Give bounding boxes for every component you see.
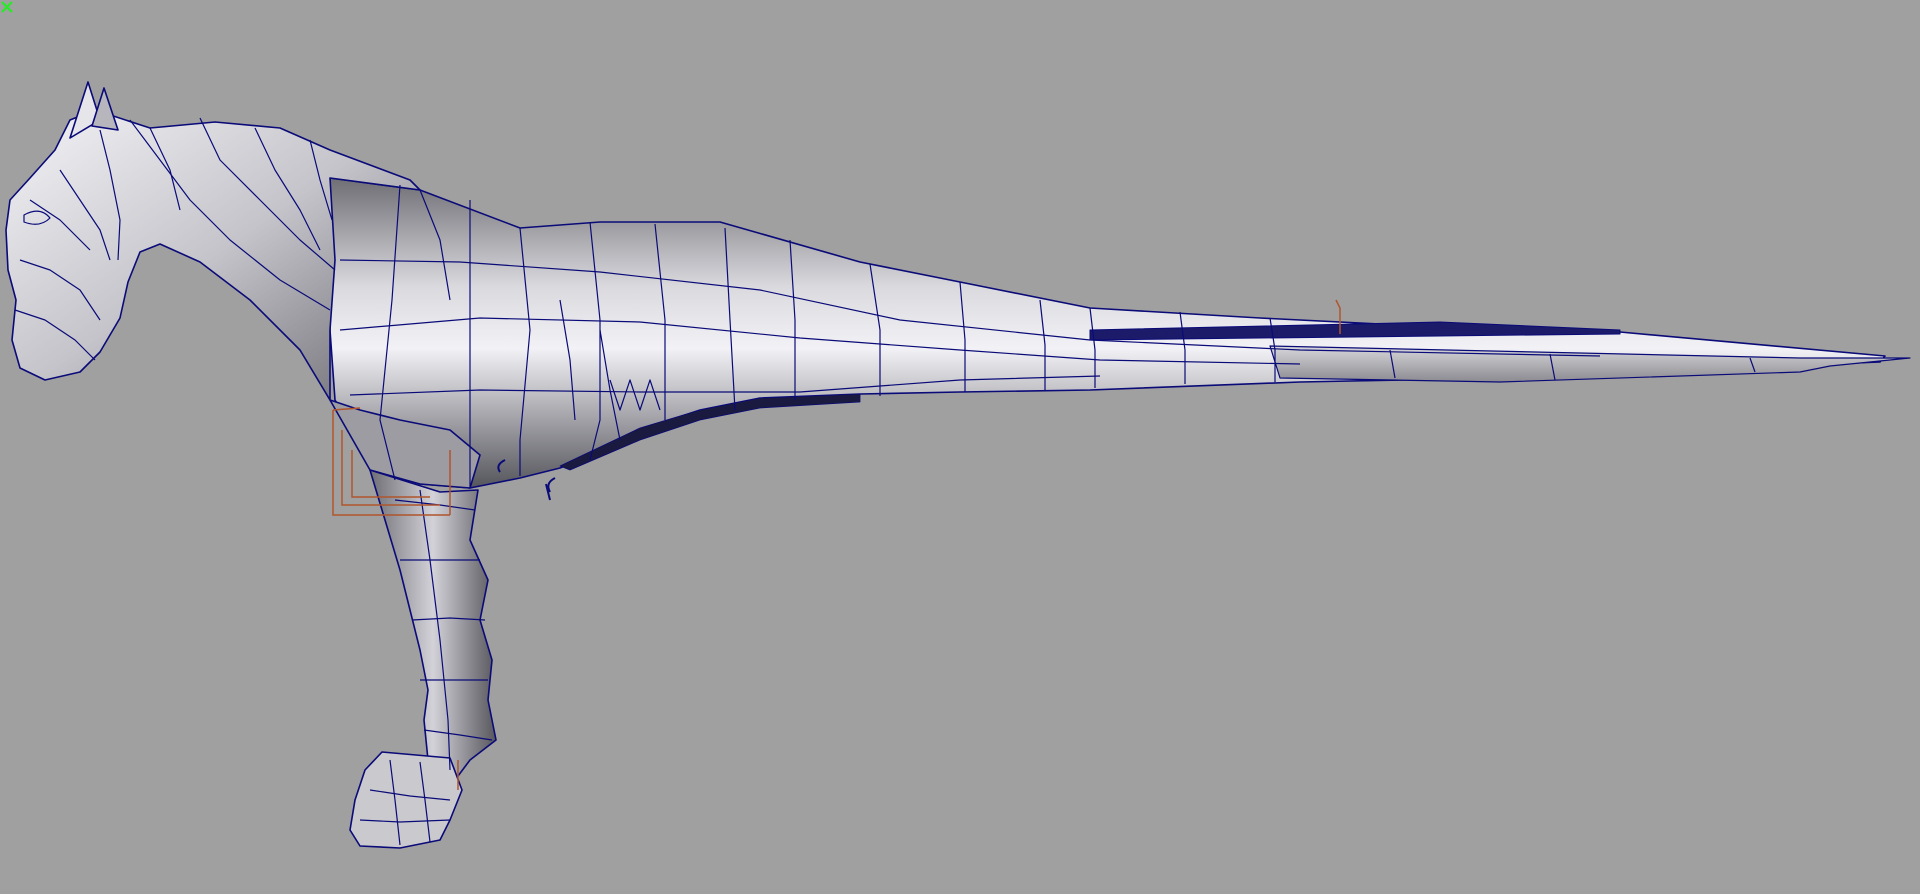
viewport-canvas[interactable] <box>0 0 1920 894</box>
3d-viewport[interactable] <box>0 0 1920 894</box>
horse-front-leg <box>369 469 497 801</box>
xyz-axis-gizmo-icon <box>1 1 13 13</box>
horse-mesh-icon[interactable] <box>5 81 1911 849</box>
